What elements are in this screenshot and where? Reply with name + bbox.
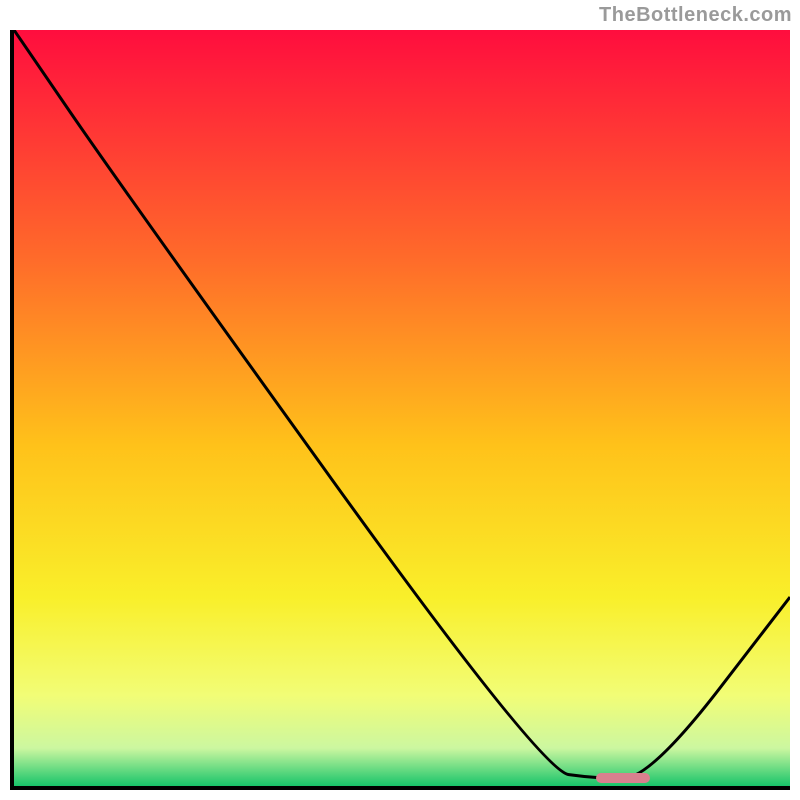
chart-svg <box>14 30 790 786</box>
optimal-range-marker <box>596 773 650 783</box>
bottleneck-chart <box>10 30 790 790</box>
watermark-label: TheBottleneck.com <box>599 4 792 27</box>
chart-background <box>14 30 790 786</box>
